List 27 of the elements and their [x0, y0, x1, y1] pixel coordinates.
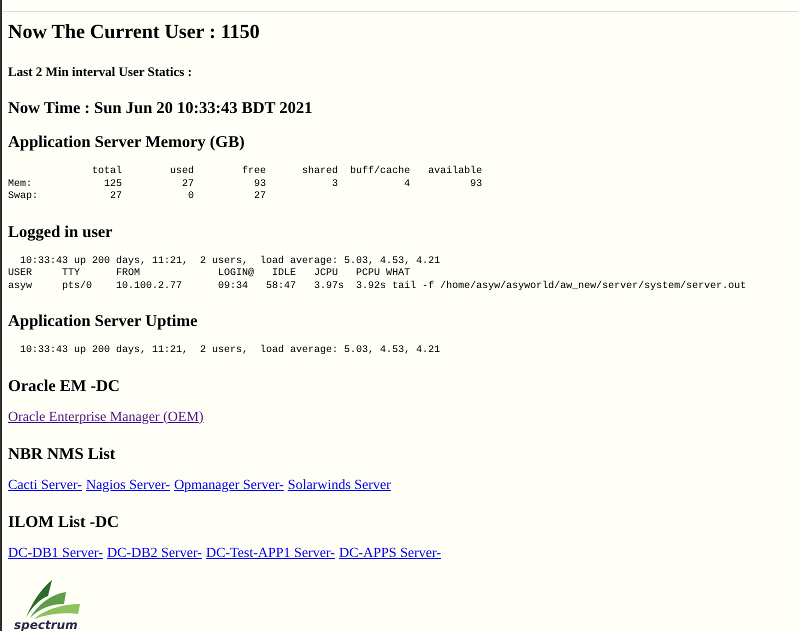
output-line: 10:33:43 up 200 days, 11:21, 2 users, load average: 5.03, 4.53, 4.21 [19, 345, 440, 358]
output-line: asyw pts/0 10.100.2.77 09:34 58:47 3.97s 3.92s tail -f /home/asyw/asyworld/aw_new/server/system/server.out [8, 280, 746, 293]
section-heading: Logged in user [8, 222, 114, 242]
section-heading: Application Server Uptime [8, 311, 198, 331]
section-heading: Now Time : Sun Jun 20 10:33:43 BDT 2021 [8, 98, 314, 118]
output-line: Mem: 125 27 93 3 4 93 [8, 178, 482, 191]
logo-text: spectrum [14, 618, 78, 631]
section-heading: Oracle EM -DC [8, 376, 121, 396]
link[interactable]: DC-DB2 Server- [106, 546, 202, 562]
link[interactable]: DC-Test-APP1 Server- [206, 546, 335, 562]
output-line: 10:33:43 up 200 days, 11:21, 2 users, load average: 5.03, 4.53, 4.21 [19, 256, 440, 268]
logo-icon [24, 580, 82, 620]
section-heading: ILOM List -DC [8, 512, 120, 532]
page-title: Now The Current User : 1150 [8, 21, 261, 44]
link[interactable]: Oracle Enterprise Manager (OEM) [8, 410, 204, 426]
section-heading: Application Server Memory (GB) [8, 132, 246, 152]
link[interactable]: DC-APPS Server- [338, 546, 441, 562]
subtitle: Last 2 Min interval User Statics : [8, 64, 193, 80]
section-heading: NBR NMS List [8, 444, 116, 464]
link[interactable]: DC-DB1 Server- [8, 546, 103, 562]
output-line: USER TTY FROM LOGIN@ IDLE JCPU PCPU WHAT [8, 268, 410, 280]
link[interactable]: Cacti Server- [8, 478, 82, 494]
output-line: total used free shared buff/cache available [91, 166, 482, 178]
link[interactable]: Nagios Server- [86, 478, 170, 494]
link[interactable]: Opmanager Server- [174, 478, 284, 494]
link[interactable]: Solarwinds Server [288, 478, 391, 494]
output-line: Swap: 27 0 27 [8, 191, 266, 204]
